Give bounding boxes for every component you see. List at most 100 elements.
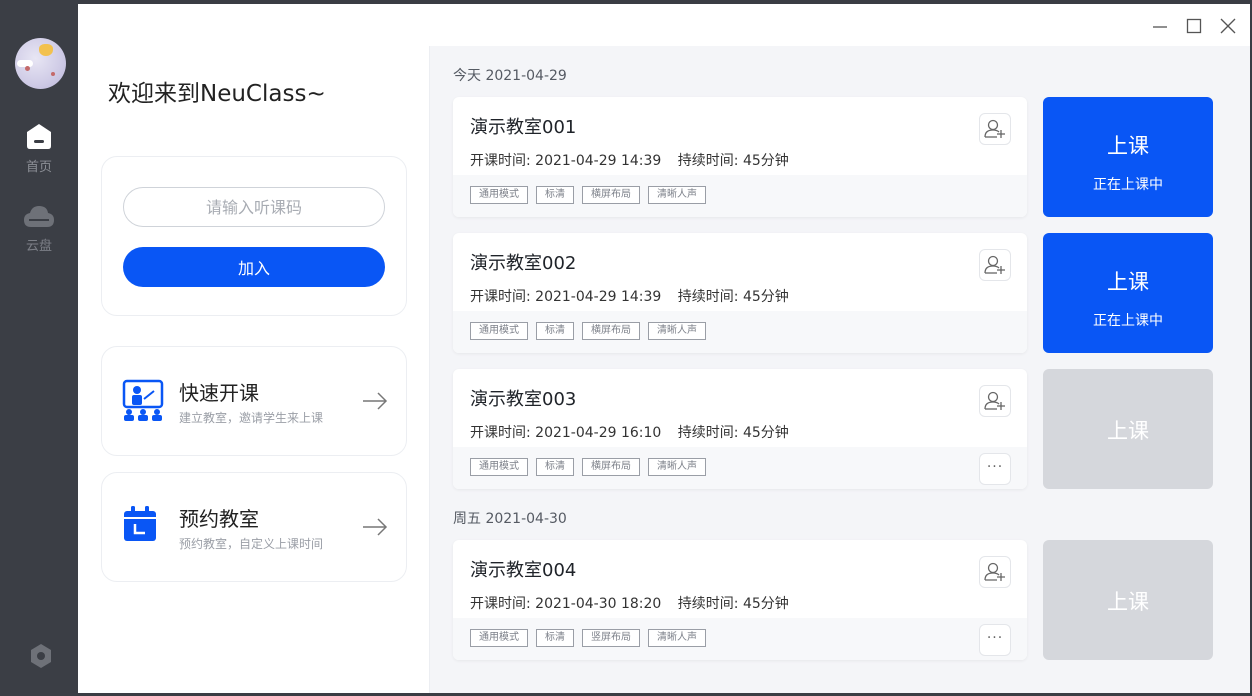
classroom-icon — [122, 379, 164, 421]
start-class-button[interactable]: 上课 正在上课中 — [1043, 97, 1213, 217]
sidebar: 首页 云盘 — [0, 0, 78, 696]
room-meta: 开课时间: 2021-04-29 14:39 持续时间: 45分钟 — [470, 286, 789, 306]
add-user-icon — [984, 119, 1005, 138]
room-card[interactable]: 演示教室001 开课时间: 2021-04-29 14:39 持续时间: 45分… — [453, 97, 1027, 217]
date-group-label: 今天 2021-04-29 — [453, 68, 567, 84]
arrow-right-icon — [363, 392, 388, 410]
start-time: 2021-04-29 14:39 — [535, 289, 662, 305]
avatar-dot — [51, 72, 55, 76]
quality-tag: 标清 — [536, 458, 574, 476]
room-card[interactable]: 演示教室003 开课时间: 2021-04-29 16:10 持续时间: 45分… — [453, 369, 1027, 489]
avatar-dot — [25, 66, 30, 71]
layout-tag: 横屏布局 — [582, 322, 640, 340]
sidebar-item-label: 云盘 — [25, 239, 52, 254]
quick-start-card[interactable]: 快速开课 建立教室，邀请学生来上课 — [101, 346, 407, 456]
room-name: 演示教室002 — [470, 253, 577, 274]
mode-tag: 通用模式 — [470, 322, 528, 340]
quality-tag: 标清 — [536, 322, 574, 340]
room-meta: 开课时间: 2021-04-29 16:10 持续时间: 45分钟 — [470, 422, 789, 442]
close-icon[interactable] — [1218, 16, 1238, 36]
duration-label: 持续时间: — [677, 153, 739, 169]
left-panel: 欢迎来到NeuClass~ 加入 快速开课 建立教室，邀请学生来上课 — [78, 46, 430, 693]
date-group-label: 周五 2021-04-30 — [453, 511, 567, 527]
duration: 45分钟 — [742, 289, 789, 305]
settings-icon[interactable] — [28, 643, 54, 669]
join-button[interactable]: 加入 — [123, 247, 385, 287]
room-name: 演示教室001 — [470, 117, 577, 138]
tag-bar: 通用模式 标清 竖屏布局 清晰人声 — [453, 618, 1027, 660]
tag-bar: 通用模式 标清 横屏布局 清晰人声 — [453, 447, 1027, 489]
arrow-right-icon — [363, 518, 388, 536]
duration: 45分钟 — [742, 425, 789, 441]
start-time: 2021-04-29 16:10 — [535, 425, 662, 441]
start-class-label: 上课 — [1107, 590, 1149, 614]
avatar[interactable] — [15, 38, 66, 89]
audio-tag: 清晰人声 — [648, 629, 706, 647]
start-time-label: 开课时间: — [470, 425, 531, 441]
start-time-label: 开课时间: — [470, 289, 531, 305]
minimize-icon[interactable] — [1150, 16, 1170, 36]
sidebar-item-cloud[interactable]: 云盘 — [0, 203, 78, 254]
duration-label: 持续时间: — [677, 596, 739, 612]
cloud-icon — [24, 206, 54, 227]
start-time-label: 开课时间: — [470, 596, 531, 612]
book-classroom-subtitle: 预约教室，自定义上课时间 — [179, 537, 324, 551]
quick-start-subtitle: 建立教室，邀请学生来上课 — [179, 411, 324, 425]
room-meta: 开课时间: 2021-04-30 18:20 持续时间: 45分钟 — [470, 593, 789, 613]
calendar-icon — [124, 506, 156, 541]
mode-tag: 通用模式 — [470, 458, 528, 476]
room-card[interactable]: 演示教室004 开课时间: 2021-04-30 18:20 持续时间: 45分… — [453, 540, 1027, 660]
room-name: 演示教室004 — [470, 560, 577, 581]
start-time: 2021-04-30 18:20 — [535, 596, 662, 612]
tag-bar: 通用模式 标清 横屏布局 清晰人声 — [453, 311, 1027, 353]
add-user-icon — [984, 255, 1005, 274]
tag-bar: 通用模式 标清 横屏布局 清晰人声 — [453, 175, 1027, 217]
room-meta: 开课时间: 2021-04-29 14:39 持续时间: 45分钟 — [470, 150, 789, 170]
class-status: 正在上课中 — [1093, 313, 1163, 329]
mode-tag: 通用模式 — [470, 629, 528, 647]
layout-tag: 横屏布局 — [582, 186, 640, 204]
invite-user-button[interactable] — [979, 113, 1011, 145]
room-card[interactable]: 演示教室002 开课时间: 2021-04-29 14:39 持续时间: 45分… — [453, 233, 1027, 353]
avatar-star — [39, 44, 53, 56]
invite-user-button[interactable] — [979, 385, 1011, 417]
book-classroom-card[interactable]: 预约教室 预约教室，自定义上课时间 — [101, 472, 407, 582]
start-class-label: 上课 — [1107, 270, 1149, 294]
quick-start-title: 快速开课 — [179, 381, 259, 405]
start-class-label: 上课 — [1107, 419, 1149, 443]
book-classroom-title: 预约教室 — [179, 507, 259, 531]
class-status: 正在上课中 — [1093, 177, 1163, 193]
maximize-icon[interactable] — [1184, 16, 1204, 36]
sidebar-item-home[interactable]: 首页 — [0, 122, 78, 175]
duration: 45分钟 — [742, 596, 789, 612]
duration: 45分钟 — [742, 153, 789, 169]
start-class-button[interactable]: 上课 — [1043, 540, 1213, 660]
audio-tag: 清晰人声 — [648, 186, 706, 204]
quality-tag: 标清 — [536, 186, 574, 204]
layout-tag: 横屏布局 — [582, 458, 640, 476]
home-icon — [27, 124, 51, 149]
sidebar-item-label: 首页 — [25, 160, 52, 175]
start-time: 2021-04-29 14:39 — [535, 153, 662, 169]
quality-tag: 标清 — [536, 629, 574, 647]
audio-tag: 清晰人声 — [648, 322, 706, 340]
more-options-button[interactable]: ··· — [979, 624, 1011, 656]
add-user-icon — [984, 562, 1005, 581]
classroom-list: 今天 2021-04-29 演示教室001 开课时间: 2021-04-29 1… — [431, 46, 1250, 693]
duration-label: 持续时间: — [677, 425, 739, 441]
welcome-title: 欢迎来到NeuClass~ — [108, 81, 326, 107]
audio-tag: 清晰人声 — [648, 458, 706, 476]
add-user-icon — [984, 391, 1005, 410]
start-class-label: 上课 — [1107, 134, 1149, 158]
more-options-button[interactable]: ··· — [979, 453, 1011, 485]
start-class-button[interactable]: 上课 正在上课中 — [1043, 233, 1213, 353]
invite-user-button[interactable] — [979, 556, 1011, 588]
invite-user-button[interactable] — [979, 249, 1011, 281]
start-class-button[interactable]: 上课 — [1043, 369, 1213, 489]
join-card: 加入 — [101, 156, 407, 316]
duration-label: 持续时间: — [677, 289, 739, 305]
class-code-input[interactable] — [123, 187, 385, 227]
title-bar — [78, 4, 1250, 46]
start-time-label: 开课时间: — [470, 153, 531, 169]
room-name: 演示教室003 — [470, 389, 577, 410]
